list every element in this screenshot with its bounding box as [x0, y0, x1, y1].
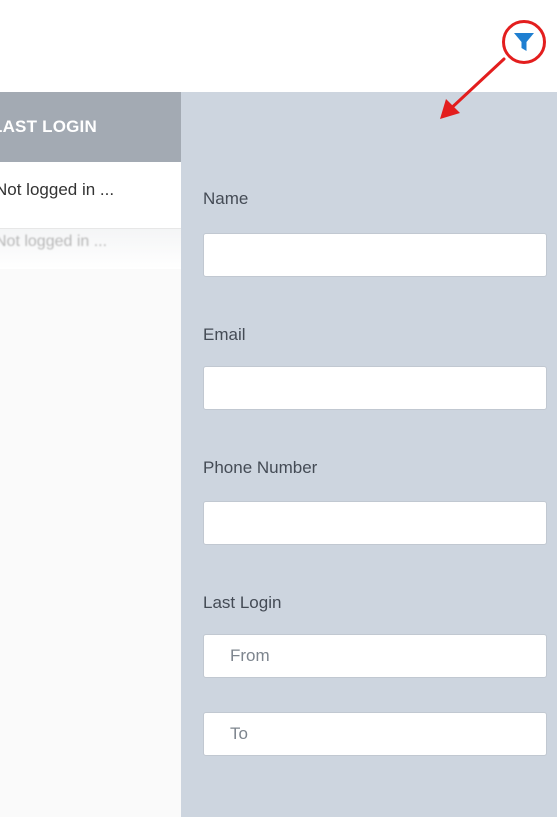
- table-row[interactable]: Not logged in ...: [0, 229, 181, 269]
- column-header-label: LAST LOGIN: [0, 117, 97, 136]
- last-login-cell: Not logged in ...: [0, 233, 108, 250]
- email-input[interactable]: [203, 366, 547, 410]
- arrow-icon: [440, 57, 506, 119]
- email-label: Email: [203, 325, 246, 344]
- users-table: LAST LOGIN Not logged in ... Not logged …: [0, 92, 181, 817]
- phone-number-input[interactable]: [203, 501, 547, 545]
- filter-panel: Name Email Phone Number Last Login: [181, 92, 557, 817]
- column-header-last-login[interactable]: LAST LOGIN: [0, 92, 181, 162]
- filter-funnel-icon: [514, 33, 534, 51]
- last-login-label: Last Login: [203, 593, 282, 612]
- last-login-cell: Not logged in ...: [0, 180, 115, 199]
- name-label: Name: [203, 189, 249, 208]
- name-input[interactable]: [203, 233, 547, 277]
- phone-number-label: Phone Number: [203, 458, 318, 477]
- last-login-from-input[interactable]: [203, 634, 547, 678]
- last-login-to-input[interactable]: [203, 712, 547, 756]
- filter-button[interactable]: [502, 20, 546, 64]
- table-row[interactable]: Not logged in ...: [0, 162, 181, 229]
